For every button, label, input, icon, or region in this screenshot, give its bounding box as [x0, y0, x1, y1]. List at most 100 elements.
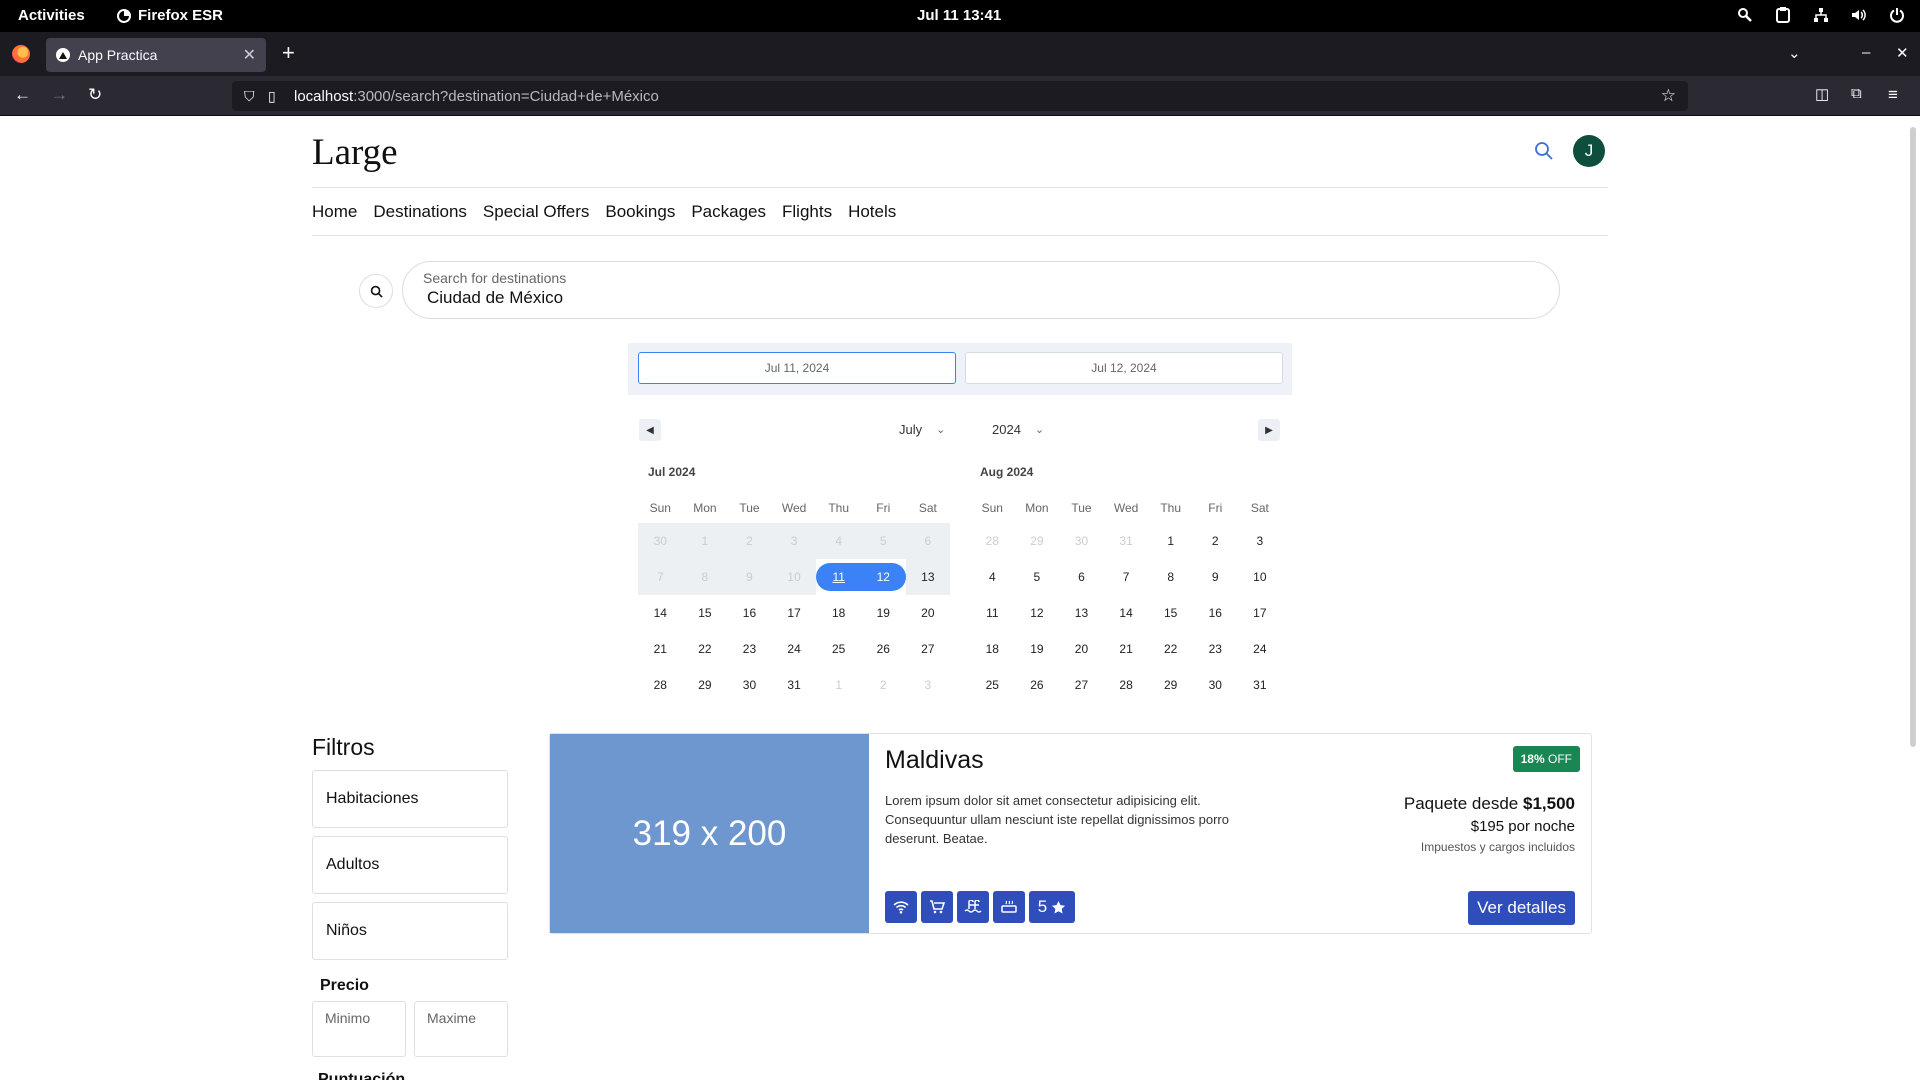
nav-special-offers[interactable]: Special Offers	[483, 202, 589, 222]
network-icon[interactable]	[1812, 6, 1830, 24]
page-info-icon[interactable]: ▯	[268, 88, 276, 105]
calendar-day[interactable]: 14	[1104, 595, 1149, 631]
calendar-day[interactable]: 5	[860, 523, 906, 559]
calendar-day[interactable]: 24	[772, 631, 817, 667]
calendar-day[interactable]: 12	[1015, 595, 1060, 631]
destination-search-field[interactable]: Search for destinations	[402, 261, 1560, 319]
extensions-icon[interactable]: ⧉	[1851, 85, 1862, 102]
calendar-day[interactable]: 13	[905, 559, 951, 595]
firefox-logo-icon[interactable]	[12, 45, 30, 63]
calendar-day[interactable]: 23	[1193, 631, 1238, 667]
calendar-day[interactable]: 3	[1238, 523, 1283, 559]
clipboard-tray-icon[interactable]	[1774, 6, 1792, 24]
shield-icon[interactable]: ⛉	[244, 88, 255, 105]
end-date-input[interactable]: Jul 12, 2024	[965, 352, 1283, 384]
app-menu[interactable]: Firefox ESR	[117, 7, 223, 24]
user-avatar[interactable]: J	[1573, 135, 1605, 167]
start-date-input[interactable]: Jul 11, 2024	[638, 352, 956, 384]
calendar-day[interactable]: 30	[1193, 667, 1238, 703]
calendar-day[interactable]: 14	[638, 595, 683, 631]
nav-flights[interactable]: Flights	[782, 202, 832, 222]
calendar-day[interactable]: 20	[906, 595, 951, 631]
calendar-day[interactable]: 11	[970, 595, 1015, 631]
pocket-icon[interactable]: ◫	[1815, 85, 1829, 103]
calendar-day[interactable]: 7	[638, 559, 683, 595]
tab-close-icon[interactable]: ✕	[243, 45, 256, 65]
calendar-day[interactable]: 17	[772, 595, 817, 631]
calendar-day[interactable]: 2	[727, 523, 772, 559]
calendar-day[interactable]: 2	[1193, 523, 1238, 559]
calendar-day[interactable]: 18	[970, 631, 1015, 667]
nav-hotels[interactable]: Hotels	[848, 202, 896, 222]
calendar-day[interactable]: 16	[1193, 595, 1238, 631]
calendar-day[interactable]: 19	[1015, 631, 1060, 667]
url-bar[interactable]: ⛉ ▯ localhost:3000/search?destination=Ci…	[232, 81, 1688, 111]
nav-packages[interactable]: Packages	[691, 202, 766, 222]
calendar-day[interactable]: 6	[905, 523, 951, 559]
calendar-day[interactable]: 6	[1059, 559, 1104, 595]
calendar-day[interactable]: 22	[1148, 631, 1193, 667]
calendar-day[interactable]: 12	[860, 563, 906, 591]
calendar-day[interactable]: 26	[861, 631, 906, 667]
tab-list-chevron-icon[interactable]: ⌄	[1788, 44, 1801, 62]
prev-month-button[interactable]: ◀	[639, 419, 661, 441]
menu-hamburger-icon[interactable]: ≡	[1888, 85, 1898, 105]
calendar-day[interactable]: 25	[816, 631, 861, 667]
calendar-day[interactable]: 3	[771, 523, 817, 559]
calendar-day[interactable]: 28	[970, 523, 1015, 559]
calendar-day[interactable]: 19	[861, 595, 906, 631]
price-max-input[interactable]: Maxime	[414, 1001, 508, 1057]
calendar-day[interactable]: 8	[1148, 559, 1193, 595]
calendar-day[interactable]: 18	[816, 595, 861, 631]
volume-icon[interactable]	[1850, 6, 1868, 24]
calendar-day[interactable]: 20	[1059, 631, 1104, 667]
calendar-day[interactable]: 29	[1015, 523, 1060, 559]
calendar-day[interactable]: 26	[1015, 667, 1060, 703]
calendar-day[interactable]: 28	[1104, 667, 1149, 703]
calendar-day[interactable]: 17	[1238, 595, 1283, 631]
calendar-day[interactable]: 2	[861, 667, 906, 703]
calendar-day[interactable]: 1	[682, 523, 728, 559]
calendar-day[interactable]: 21	[1104, 631, 1149, 667]
view-details-button[interactable]: Ver detalles	[1468, 891, 1575, 925]
header-search-icon[interactable]	[1534, 141, 1554, 161]
page-scrollbar[interactable]	[1910, 127, 1916, 747]
card-image-placeholder[interactable]: 319 x 200	[550, 734, 869, 933]
adults-filter[interactable]: Adultos	[312, 836, 508, 894]
calendar-day[interactable]: 27	[1059, 667, 1104, 703]
calendar-day[interactable]: 25	[970, 667, 1015, 703]
calendar-day[interactable]: 29	[1148, 667, 1193, 703]
power-icon[interactable]	[1888, 6, 1906, 24]
minimize-button[interactable]: –	[1862, 44, 1870, 61]
calendar-day[interactable]: 4	[970, 559, 1015, 595]
next-month-button[interactable]: ▶	[1258, 419, 1280, 441]
browser-tab[interactable]: App Practica ✕	[46, 38, 266, 72]
rooms-filter[interactable]: Habitaciones	[312, 770, 508, 828]
calendar-day[interactable]: 3	[906, 667, 951, 703]
year-select[interactable]: 2024 ⌄	[992, 422, 1044, 437]
calendar-day[interactable]: 8	[682, 559, 728, 595]
calendar-day[interactable]: 27	[906, 631, 951, 667]
price-min-input[interactable]: Minimo	[312, 1001, 406, 1057]
calendar-day[interactable]: 16	[727, 595, 772, 631]
close-window-button[interactable]: ✕	[1896, 44, 1909, 62]
calendar-day[interactable]: 30	[1059, 523, 1104, 559]
calendar-day[interactable]: 24	[1238, 631, 1283, 667]
calendar-day[interactable]: 15	[1148, 595, 1193, 631]
calendar-day[interactable]: 30	[727, 667, 772, 703]
month-select[interactable]: July ⌄	[899, 422, 945, 437]
calendar-day[interactable]: 10	[1238, 559, 1283, 595]
calendar-day[interactable]: 9	[727, 559, 772, 595]
calendar-day[interactable]: 31	[772, 667, 817, 703]
calendar-day[interactable]: 11	[816, 563, 861, 591]
calendar-day[interactable]: 22	[683, 631, 728, 667]
calendar-day[interactable]: 28	[638, 667, 683, 703]
calendar-day[interactable]: 9	[1193, 559, 1238, 595]
nav-destinations[interactable]: Destinations	[373, 202, 467, 222]
magnifier-tray-icon[interactable]	[1736, 6, 1754, 24]
reload-button[interactable]: ↻	[88, 85, 102, 105]
calendar-day[interactable]: 23	[727, 631, 772, 667]
calendar-day[interactable]: 15	[683, 595, 728, 631]
calendar-day[interactable]: 29	[683, 667, 728, 703]
nav-home[interactable]: Home	[312, 202, 357, 222]
